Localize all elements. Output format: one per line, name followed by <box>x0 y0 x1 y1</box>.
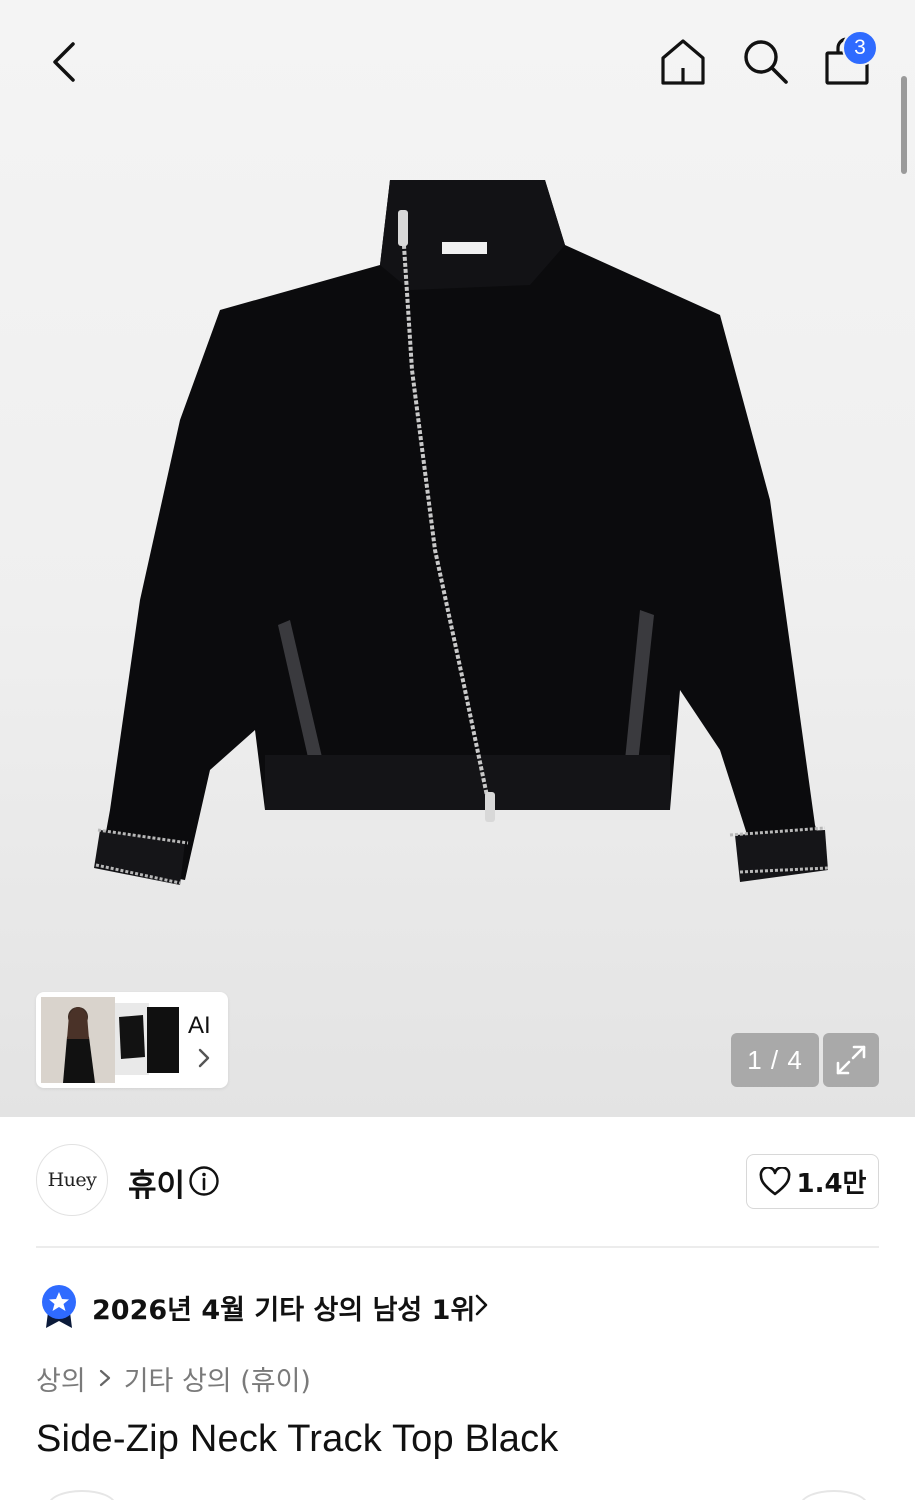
chevron-right-icon <box>475 1294 488 1316</box>
search-icon <box>744 40 788 84</box>
image-page-indicator: 1 / 4 <box>731 1033 819 1087</box>
brand-row: Huey 휴이 1.4만 <box>36 1144 879 1220</box>
product-photo[interactable] <box>80 170 840 900</box>
ai-styling-card[interactable]: AI <box>36 992 228 1088</box>
brand-logo[interactable]: Huey <box>36 1144 108 1216</box>
divider <box>36 1246 879 1248</box>
ranking-text: 2026년 4월 기타 상의 남성 1위 <box>92 1295 476 1326</box>
product-gallery[interactable]: 3 AI 1 / 4 <box>0 0 915 1117</box>
product-title: Side-Zip Neck Track Top Black <box>36 1418 559 1460</box>
ranking-medal-icon <box>42 1285 76 1328</box>
back-arrow-icon <box>53 42 75 82</box>
chevron-right-icon <box>99 1369 110 1387</box>
ai-label: AI <box>188 1012 211 1039</box>
like-count: 1.4만 <box>796 1169 867 1199</box>
like-button[interactable]: 1.4만 <box>746 1154 879 1209</box>
product-detail-page: 3 AI 1 / 4 Huey 휴이 1.4만 2026년 4월 기타 상의 남… <box>0 0 915 1500</box>
home-icon <box>661 39 705 85</box>
search-button[interactable] <box>736 32 794 90</box>
partial-element <box>800 1490 868 1500</box>
expand-icon <box>836 1045 866 1075</box>
breadcrumb: 상의 기타 상의 (휴이) <box>36 1358 311 1398</box>
expand-image-button[interactable] <box>823 1033 879 1087</box>
brand-name[interactable]: 휴이 <box>128 1160 185 1205</box>
partial-element <box>48 1490 116 1500</box>
back-button[interactable] <box>36 34 92 90</box>
chevron-right-icon <box>198 1048 210 1068</box>
heart-icon <box>759 1166 790 1195</box>
cart-count-badge: 3 <box>842 30 878 66</box>
ai-thumbnail-strip <box>41 997 179 1083</box>
home-button[interactable] <box>654 32 712 90</box>
breadcrumb-item[interactable]: 상의 <box>36 1359 86 1398</box>
scrollbar[interactable] <box>901 76 907 174</box>
breadcrumb-item[interactable]: 기타 상의 (휴이) <box>124 1359 311 1398</box>
top-navigation-bar: 3 <box>0 0 915 120</box>
info-icon[interactable] <box>188 1165 220 1197</box>
ranking-row[interactable]: 2026년 4월 기타 상의 남성 1위 <box>36 1282 879 1328</box>
